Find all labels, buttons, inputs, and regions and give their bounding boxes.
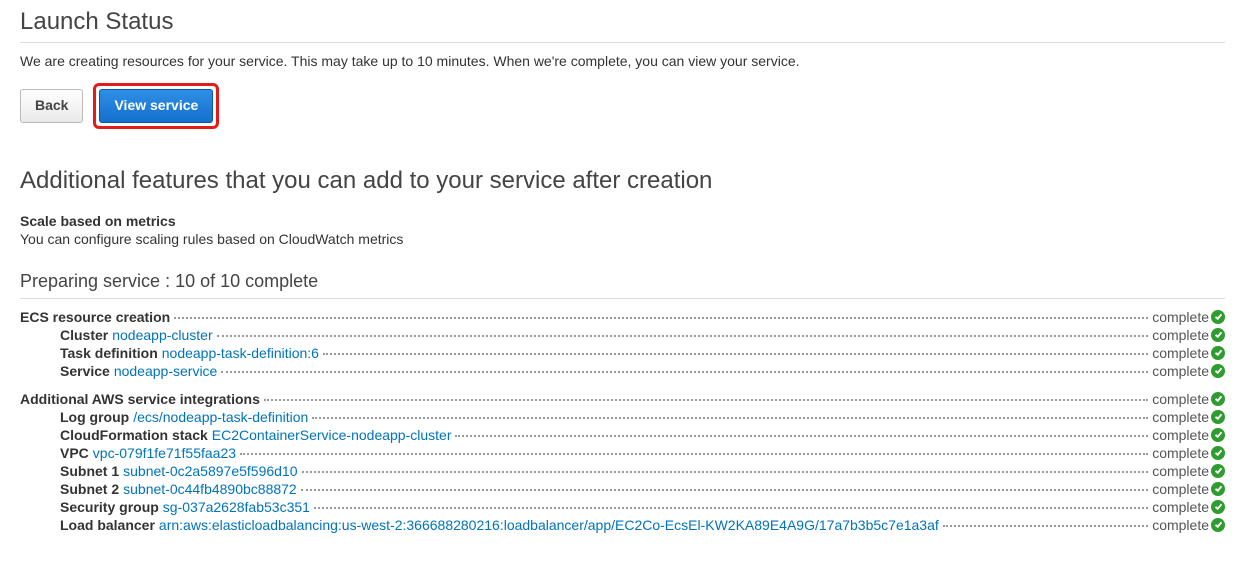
status-item-label: Load balancer	[60, 517, 155, 533]
check-icon	[1211, 482, 1225, 496]
status-item: Load balancerarn:aws:elasticloadbalancin…	[20, 517, 1225, 533]
status-item-label: Subnet 2	[60, 481, 119, 497]
action-button-row: Back View service	[20, 83, 1225, 129]
status-result: complete	[1152, 363, 1225, 379]
status-item: Subnet 1subnet-0c2a5897e5f596d10 complete	[20, 463, 1225, 479]
status-group-title: Additional AWS service integrations	[20, 391, 260, 407]
page-description: We are creating resources for your servi…	[20, 53, 1225, 69]
status-item-label: Security group	[60, 499, 159, 515]
status-item: Security groupsg-037a2628fab53c351 comple…	[20, 499, 1225, 515]
status-item-link[interactable]: subnet-0c2a5897e5f596d10	[123, 463, 297, 479]
status-result-text: complete	[1152, 363, 1209, 379]
status-item-label: Service	[60, 363, 110, 379]
additional-features-heading: Additional features that you can add to …	[20, 167, 1225, 201]
check-icon	[1211, 428, 1225, 442]
status-dots	[240, 453, 1148, 455]
check-icon	[1211, 500, 1225, 514]
feature-title: Scale based on metrics	[20, 213, 1225, 229]
status-result-text: complete	[1152, 445, 1209, 461]
view-service-button[interactable]: View service	[99, 89, 213, 123]
status-result-text: complete	[1152, 481, 1209, 497]
status-item-link[interactable]: nodeapp-cluster	[112, 327, 212, 343]
check-icon	[1211, 310, 1225, 324]
page-title: Launch Status	[20, 8, 1225, 43]
status-result-text: complete	[1152, 517, 1209, 533]
status-result: complete	[1152, 445, 1225, 461]
status-item: Log group/ecs/nodeapp-task-definition com…	[20, 409, 1225, 425]
check-icon	[1211, 518, 1225, 532]
status-dots	[174, 317, 1148, 319]
status-dots	[323, 353, 1148, 355]
status-dots	[312, 417, 1148, 419]
status-result-text: complete	[1152, 409, 1209, 425]
status-item-link[interactable]: nodeapp-service	[114, 363, 218, 379]
view-service-highlight: View service	[93, 83, 219, 129]
status-result-text: complete	[1152, 427, 1209, 443]
progress-list: ECS resource creationcompleteClusternode…	[20, 309, 1225, 533]
status-result-text: complete	[1152, 309, 1209, 325]
status-result: complete	[1152, 327, 1225, 343]
status-item-link[interactable]: arn:aws:elasticloadbalancing:us-west-2:3…	[159, 517, 939, 533]
status-item-label: Subnet 1	[60, 463, 119, 479]
status-result-text: complete	[1152, 499, 1209, 515]
feature-scale-metrics: Scale based on metrics You can configure…	[20, 213, 1225, 247]
check-icon	[1211, 446, 1225, 460]
status-dots	[221, 371, 1148, 373]
status-item-label: Log group	[60, 409, 129, 425]
status-item: Subnet 2subnet-0c44fb4890bc88872 complete	[20, 481, 1225, 497]
check-icon	[1211, 364, 1225, 378]
status-item: Task definitionnodeapp-task-definition:6…	[20, 345, 1225, 361]
status-result-text: complete	[1152, 327, 1209, 343]
status-result-text: complete	[1152, 345, 1209, 361]
status-item: VPCvpc-079f1fe71f55faa23 complete	[20, 445, 1225, 461]
status-item-link[interactable]: /ecs/nodeapp-task-definition	[133, 409, 308, 425]
back-button[interactable]: Back	[20, 89, 83, 123]
status-item: Clusternodeapp-cluster complete	[20, 327, 1225, 343]
status-group-header: Additional AWS service integrations compl…	[20, 391, 1225, 407]
status-result: complete	[1152, 499, 1225, 515]
status-result: complete	[1152, 463, 1225, 479]
status-item-link[interactable]: subnet-0c44fb4890bc88872	[123, 481, 297, 497]
status-item-label: Task definition	[60, 345, 158, 361]
progress-heading: Preparing service : 10 of 10 complete	[20, 271, 1225, 299]
status-group-title: ECS resource creation	[20, 309, 170, 325]
check-icon	[1211, 410, 1225, 424]
status-result: complete	[1152, 309, 1225, 325]
status-dots	[302, 471, 1149, 473]
status-result: complete	[1152, 481, 1225, 497]
status-dots	[943, 525, 1148, 527]
status-item-label: VPC	[60, 445, 89, 461]
feature-desc: You can configure scaling rules based on…	[20, 231, 1225, 247]
status-dots	[217, 335, 1149, 337]
status-group-header: ECS resource creation complete	[20, 309, 1225, 325]
check-icon	[1211, 464, 1225, 478]
check-icon	[1211, 328, 1225, 342]
status-item-link[interactable]: sg-037a2628fab53c351	[163, 499, 310, 515]
status-result: complete	[1152, 345, 1225, 361]
status-result: complete	[1152, 391, 1225, 407]
status-dots	[314, 507, 1148, 509]
status-dots	[301, 489, 1148, 491]
status-item-link[interactable]: EC2ContainerService-nodeapp-cluster	[212, 427, 452, 443]
status-item-link[interactable]: nodeapp-task-definition:6	[162, 345, 319, 361]
check-icon	[1211, 392, 1225, 406]
status-result-text: complete	[1152, 463, 1209, 479]
status-item-link[interactable]: vpc-079f1fe71f55faa23	[93, 445, 236, 461]
status-item-label: Cluster	[60, 327, 108, 343]
status-result: complete	[1152, 517, 1225, 533]
status-result: complete	[1152, 427, 1225, 443]
status-item: Servicenodeapp-service complete	[20, 363, 1225, 379]
status-dots	[455, 435, 1148, 437]
check-icon	[1211, 346, 1225, 360]
status-result-text: complete	[1152, 391, 1209, 407]
status-item: CloudFormation stackEC2ContainerService-…	[20, 427, 1225, 443]
status-item-label: CloudFormation stack	[60, 427, 208, 443]
status-result: complete	[1152, 409, 1225, 425]
status-dots	[264, 399, 1148, 401]
